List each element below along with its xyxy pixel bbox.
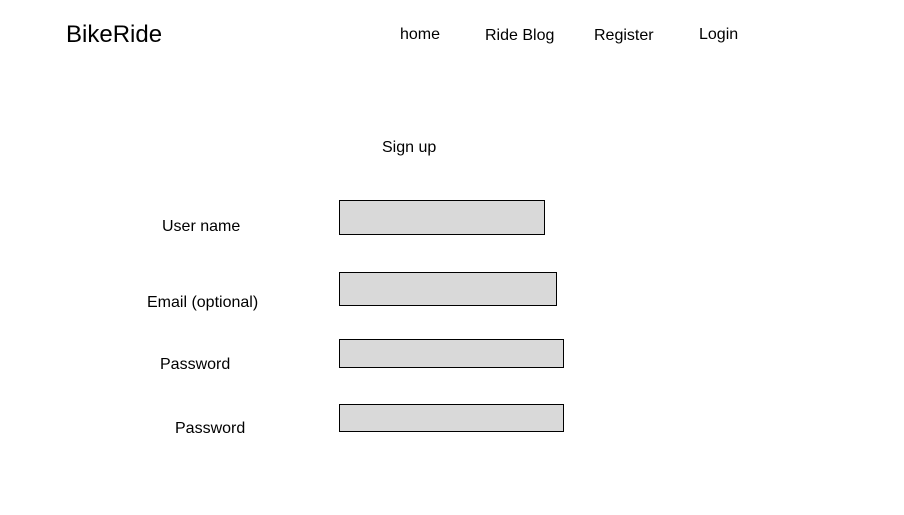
nav-link-register[interactable]: Register xyxy=(594,26,654,46)
username-input[interactable] xyxy=(339,200,545,235)
password-label: Password xyxy=(160,356,231,373)
email-input[interactable] xyxy=(339,272,557,306)
brand-logo[interactable]: BikeRide xyxy=(66,20,162,50)
username-label: User name xyxy=(162,218,241,235)
form-title: Sign up xyxy=(382,139,437,156)
nav-link-login[interactable]: Login xyxy=(699,25,738,45)
nav-link-ride-blog[interactable]: Ride Blog xyxy=(485,26,554,46)
nav-link-home[interactable]: home xyxy=(400,25,440,45)
email-label: Email (optional) xyxy=(147,294,259,311)
password-input[interactable] xyxy=(339,339,564,368)
confirm-password-input[interactable] xyxy=(339,404,564,432)
confirm-password-label: Password xyxy=(175,420,246,437)
